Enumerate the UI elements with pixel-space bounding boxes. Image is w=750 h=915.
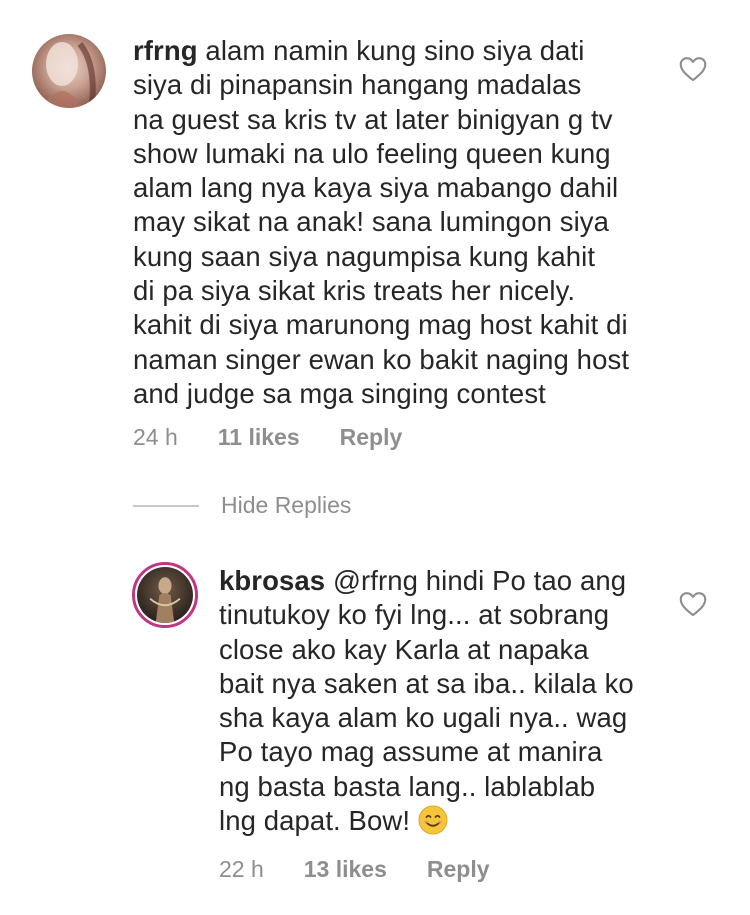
smiling-face-emoji-icon [418,805,448,835]
comment-meta: 22 h 13 likes Reply [219,856,490,883]
comment-timestamp: 24 h [133,424,178,450]
comment-body: alam namin kung sino siya dati siya di p… [133,35,630,409]
comment-timestamp: 22 h [219,856,264,882]
mention-link[interactable]: @rfrng [333,565,418,596]
comment-username[interactable]: rfrng [133,35,198,66]
reply-button[interactable]: Reply [340,424,403,451]
avatar-rfrng[interactable] [32,34,106,108]
reply-button[interactable]: Reply [427,856,490,883]
comment-meta: 24 h 11 likes Reply [133,424,402,451]
divider-line [133,504,199,507]
heart-icon[interactable] [679,56,707,82]
profile-photo-icon [135,565,195,625]
comment-text-block: rfrng alam namin kung sino siya dati siy… [133,34,693,411]
avatar-kbrosas[interactable] [132,562,198,628]
likes-count[interactable]: 13 likes [304,856,387,883]
comment-text-block: kbrosas @rfrng hindi Po tao ang tinutuko… [219,564,689,838]
comment-body: hindi Po tao ang tinutukoy ko fyi lng...… [219,565,634,837]
hide-replies-label[interactable]: Hide Replies [221,492,351,519]
likes-count[interactable]: 11 likes [218,424,300,451]
heart-icon[interactable] [679,591,707,617]
profile-photo-icon [32,34,106,108]
hide-replies-toggle[interactable]: Hide Replies [133,492,351,519]
comment-username[interactable]: kbrosas [219,565,325,596]
